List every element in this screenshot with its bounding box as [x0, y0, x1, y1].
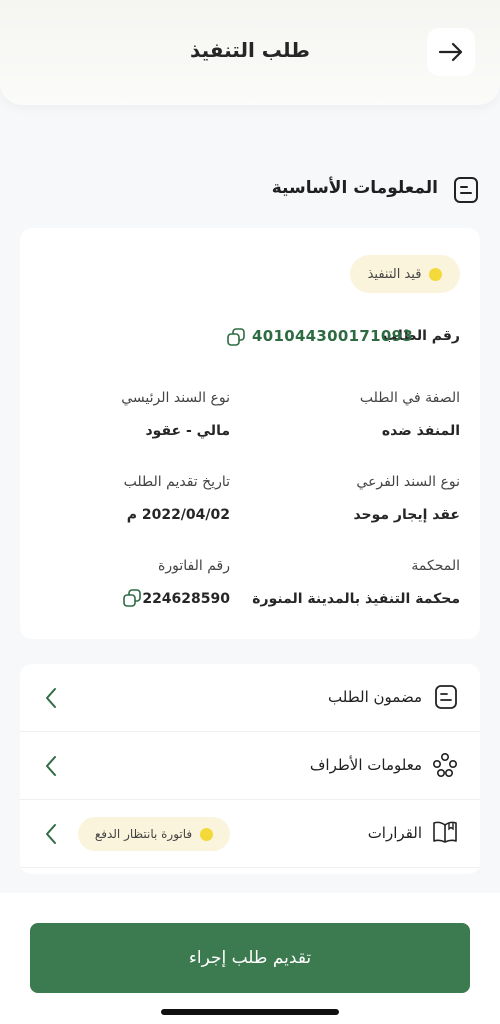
status-dot [429, 267, 443, 281]
status-dot [200, 827, 214, 841]
chevron-left-icon [46, 824, 56, 844]
book-icon [433, 821, 457, 843]
list-item-label: مضمون الطلب [328, 688, 422, 706]
home-indicator [161, 1009, 339, 1015]
court-value: محكمة التنفيذ بالمدينة المنورة [252, 591, 460, 607]
chevron-left-icon [46, 688, 56, 708]
invoice-value: 224628590 [142, 591, 230, 607]
capacity-label: الصفة في الطلب [359, 390, 460, 406]
invoice-status-badge: فاتورة بانتظار الدفع [78, 817, 230, 851]
list-item-decisions[interactable]: القرارات فاتورة بانتظار الدفع [20, 800, 480, 868]
submit-date-label: تاريخ تقديم الطلب [123, 474, 230, 490]
request-info-card: قيد التنفيذ رقم الطلب 401044300171093 ال… [20, 228, 480, 639]
page-title: طلب التنفيذ [190, 38, 310, 62]
document-icon [454, 177, 478, 203]
main-bond-value: مالي - عقود [145, 423, 230, 439]
people-group-icon [432, 752, 457, 777]
copy-icon[interactable] [227, 328, 245, 346]
invoice-status-text: فاتورة بانتظار الدفع [94, 827, 193, 841]
section-title: المعلومات الأساسية [271, 178, 438, 198]
sub-bond-label: نوع السند الفرعي [356, 474, 460, 490]
list-item-request-content[interactable]: مضمون الطلب [20, 664, 480, 732]
submit-action-request-button[interactable]: تقديم طلب إجراء [30, 923, 470, 993]
copy-icon[interactable] [123, 589, 141, 607]
bottom-action-bar: تقديم طلب إجراء [0, 893, 500, 1024]
document-icon [435, 685, 457, 709]
status-text: قيد التنفيذ [367, 266, 422, 282]
request-sections-list: مضمون الطلب معلومات الأطراف القرارات فات… [20, 664, 480, 874]
capacity-value: المنفذ ضده [381, 423, 460, 439]
invoice-label: رقم الفاتورة [158, 558, 230, 574]
list-item-label: القرارات [367, 824, 422, 842]
court-label: المحكمة [411, 558, 460, 574]
submit-date-value: 2022/04/02 م [126, 507, 230, 523]
status-badge: قيد التنفيذ [350, 255, 460, 293]
sub-bond-value: عقد إيجار موحد [353, 507, 460, 523]
request-number-value: 401044300171093 [252, 327, 414, 345]
back-button[interactable] [427, 28, 475, 76]
list-item-label: معلومات الأطراف [309, 756, 422, 774]
list-item-parties-info[interactable]: معلومات الأطراف [20, 732, 480, 800]
arrow-right-icon [438, 42, 463, 62]
chevron-left-icon [46, 756, 56, 776]
main-bond-label: نوع السند الرئيسي [121, 390, 230, 406]
top-app-bar: طلب التنفيذ [0, 0, 500, 105]
